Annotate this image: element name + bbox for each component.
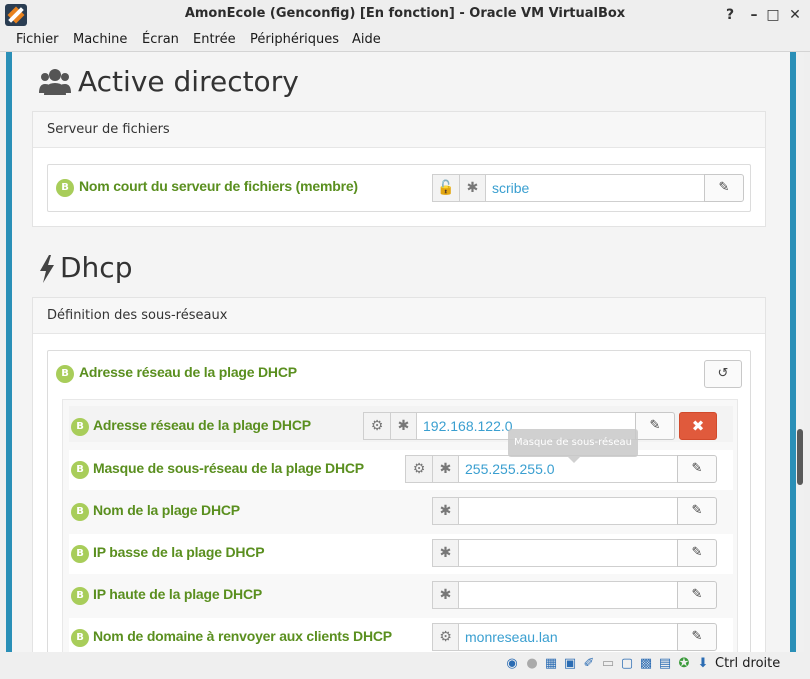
menu-entree[interactable]: Entrée	[193, 32, 236, 47]
close-window-button[interactable]: ✕	[786, 6, 804, 24]
field-label: IP haute de la plage DHCP	[93, 586, 263, 602]
asterisk-icon: ✱	[432, 497, 459, 525]
basic-mode-badge: B	[71, 629, 89, 647]
minimize-button[interactable]: –	[745, 6, 763, 24]
undo-icon[interactable]: ↺	[704, 360, 742, 388]
edit-icon[interactable]: ✎	[704, 174, 744, 202]
menu-fichier[interactable]: Fichier	[16, 32, 59, 47]
menu-machine[interactable]: Machine	[73, 32, 127, 47]
edit-icon[interactable]: ✎	[677, 581, 717, 609]
cogs-icon[interactable]: ⚙	[432, 623, 459, 651]
table-row: B IP haute de la plage DHCP ✱ ✎	[69, 576, 733, 616]
hard-disk-icon[interactable]: ◉	[504, 656, 520, 672]
range-name-input[interactable]	[458, 497, 678, 525]
close-icon[interactable]: ✖	[679, 412, 717, 440]
network-icon[interactable]: ▣	[562, 656, 578, 672]
basic-mode-badge: B	[71, 503, 89, 521]
scrollbar-thumb[interactable]	[797, 429, 803, 485]
audio-icon[interactable]: ▦	[543, 656, 559, 672]
edit-icon[interactable]: ✎	[677, 455, 717, 483]
high-ip-input[interactable]	[458, 581, 678, 609]
basic-mode-badge: B	[56, 179, 74, 197]
edit-icon[interactable]: ✎	[635, 412, 675, 440]
field-label: Nom de domaine à renvoyer aux clients DH…	[93, 628, 392, 644]
table-row: B Nom de domaine à renvoyer aux clients …	[69, 618, 733, 652]
field-label: Masque de sous-réseau de la plage DHCP	[93, 460, 364, 476]
basic-mode-badge: B	[56, 365, 74, 383]
low-ip-input[interactable]	[458, 539, 678, 567]
edit-icon[interactable]: ✎	[677, 497, 717, 525]
vm-statusbar: ◉ ● ▦ ▣ ✐ ▭ ▢ ▩ ▤ ✪ ⬇ Ctrl droite	[0, 652, 810, 679]
shared-folders-icon[interactable]: ▭	[600, 656, 616, 672]
basic-mode-badge: B	[71, 587, 89, 605]
basic-mode-badge: B	[71, 545, 89, 563]
video-capture-icon[interactable]: ▩	[638, 656, 654, 672]
mouse-integration-icon[interactable]: ⬇	[695, 656, 711, 672]
vt-icon[interactable]: ✪	[676, 656, 692, 672]
asterisk-icon: ✱	[432, 539, 459, 567]
cogs-icon[interactable]: ⚙	[363, 412, 391, 440]
menubar: Fichier Machine Écran Entrée Périphériqu…	[0, 30, 810, 52]
field-label: Nom de la plage DHCP	[93, 502, 240, 518]
menu-peripheriques[interactable]: Périphériques	[250, 32, 339, 47]
cogs-icon[interactable]: ⚙	[405, 455, 433, 483]
left-accent-stripe	[6, 52, 12, 652]
edit-icon[interactable]: ✎	[677, 539, 717, 567]
menu-ecran[interactable]: Écran	[142, 32, 179, 47]
menu-aide[interactable]: Aide	[352, 32, 381, 47]
window-title: AmonEcole (Genconfig) [En fonction] - Or…	[184, 6, 626, 21]
optical-drive-icon[interactable]: ●	[524, 656, 540, 672]
subnet-panel-title: Définition des sous-réseaux	[47, 308, 228, 323]
file-server-input[interactable]: scribe	[485, 174, 705, 202]
users-icon	[39, 69, 71, 95]
dhcp-range-group: B Adresse réseau de la plage DHCP ↺ B Ad…	[47, 350, 751, 652]
vm-display[interactable]: Active directory Serveur de fichiers B N…	[6, 52, 804, 652]
field-label: Nom court du serveur de fichiers (membre…	[79, 178, 358, 194]
field-label: IP basse de la plage DHCP	[93, 544, 265, 560]
host-key-label: Ctrl droite	[715, 656, 781, 671]
display-icon[interactable]: ▢	[619, 656, 635, 672]
maximize-button[interactable]: □	[764, 6, 782, 24]
subnet-mask-tooltip: Masque de sous-réseau	[508, 429, 638, 463]
file-server-panel-title: Serveur de fichiers	[47, 122, 170, 137]
basic-mode-badge: B	[71, 461, 89, 479]
field-label: Adresse réseau de la plage DHCP	[93, 417, 311, 433]
active-directory-title: Active directory	[78, 65, 299, 98]
asterisk-icon: ✱	[459, 174, 486, 202]
page-scrollbar[interactable]	[796, 52, 804, 652]
asterisk-icon: ✱	[432, 581, 459, 609]
usb-icon[interactable]: ✐	[581, 656, 597, 672]
table-row: B IP basse de la plage DHCP ✱ ✎	[69, 534, 733, 574]
unlock-icon[interactable]: 🔓	[432, 174, 460, 202]
cpu-icon[interactable]: ▤	[657, 656, 673, 672]
domain-name-input[interactable]: monreseau.lan	[458, 623, 678, 651]
basic-mode-badge: B	[71, 418, 89, 436]
subnet-panel-header: Définition des sous-réseaux	[33, 298, 765, 334]
edit-icon[interactable]: ✎	[677, 623, 717, 651]
asterisk-icon: ✱	[390, 412, 417, 440]
asterisk-icon: ✱	[432, 455, 459, 483]
bolt-icon	[40, 255, 54, 283]
group-label: Adresse réseau de la plage DHCP	[79, 364, 297, 380]
file-server-panel-header: Serveur de fichiers	[33, 112, 765, 148]
table-row: B Nom de la plage DHCP ✱ ✎	[69, 492, 733, 532]
subnet-definition-panel: Définition des sous-réseaux B Adresse ré…	[32, 297, 766, 652]
help-button[interactable]: ?	[721, 6, 739, 24]
dhcp-title: Dhcp	[60, 251, 133, 284]
file-server-panel: Serveur de fichiers B Nom court du serve…	[32, 111, 766, 227]
file-server-field-row: B Nom court du serveur de fichiers (memb…	[47, 164, 751, 212]
window-titlebar: AmonEcole (Genconfig) [En fonction] - Or…	[0, 0, 810, 30]
